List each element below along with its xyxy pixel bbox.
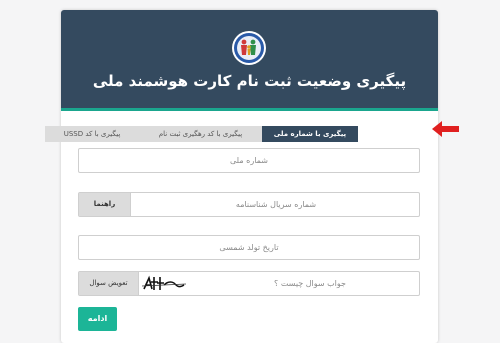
captcha-refresh-button[interactable]: تعویض سوال <box>79 272 139 295</box>
birth-date-field[interactable]: تاریخ تولد شمسی <box>78 235 420 260</box>
national-id-field[interactable]: شماره ملی <box>78 148 420 173</box>
emblem-logo-icon <box>232 31 266 65</box>
help-button[interactable]: راهنما <box>79 193 131 216</box>
captcha-answer-input[interactable]: جواب سوال چیست ؟ <box>199 272 421 295</box>
header-accent-stripe <box>61 108 438 111</box>
national-id-placeholder: شماره ملی <box>230 156 268 165</box>
header: پیگیری وضعیت ثبت نام کارت هوشمند ملی <box>61 10 438 108</box>
tab-national-id[interactable]: پیگیری با شماره ملی <box>262 126 358 142</box>
page-title: پیگیری وضعیت ثبت نام کارت هوشمند ملی <box>92 72 407 90</box>
birth-cert-serial-field[interactable]: راهنما شماره سریال شناسنامه <box>78 192 420 217</box>
birth-cert-serial-placeholder: شماره سریال شناسنامه <box>235 200 317 209</box>
red-arrow-pointer-icon <box>432 121 459 137</box>
submit-button[interactable]: ادامه <box>78 307 117 331</box>
tracking-tabs: پیگیری با کد USSD پیگیری با کد رهگیری ثب… <box>45 126 358 142</box>
captcha-row: تعویض سوال جواب سوال چیست ؟ <box>78 271 420 296</box>
birth-date-placeholder: تاریخ تولد شمسی <box>219 243 279 252</box>
captcha-image-icon <box>141 275 187 290</box>
tab-tracking-code[interactable]: پیگیری با کد رهگیری ثبت نام <box>139 126 262 142</box>
tab-ussd[interactable]: پیگیری با کد USSD <box>45 126 139 142</box>
